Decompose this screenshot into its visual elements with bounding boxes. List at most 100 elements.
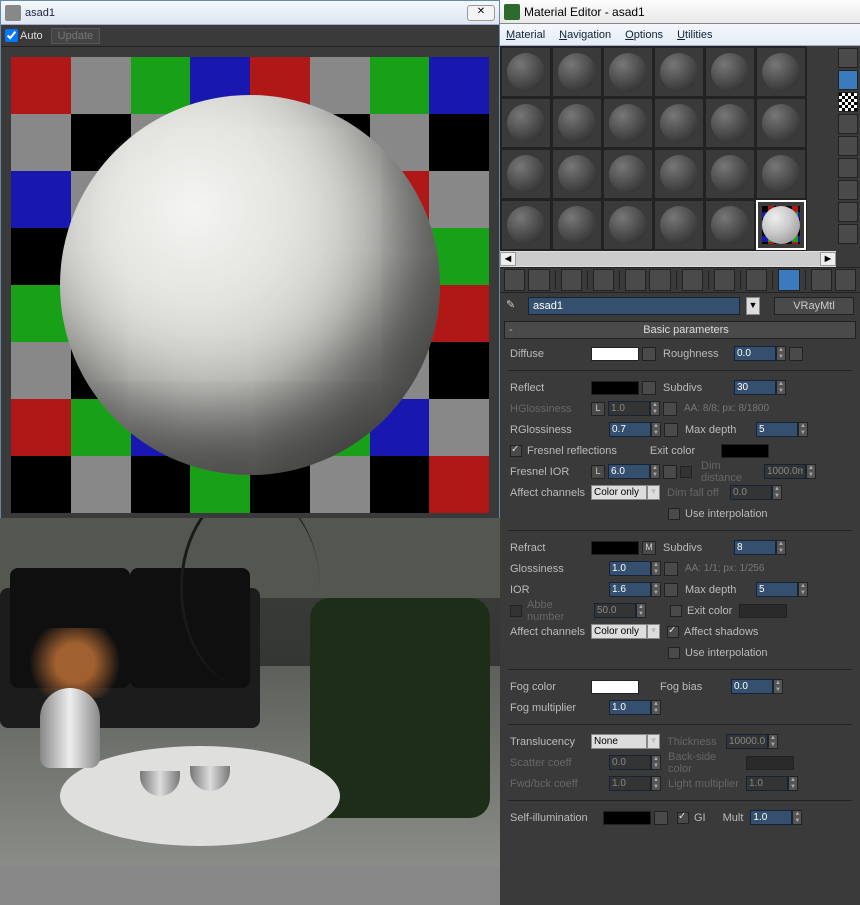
diffuse-swatch[interactable] [591,347,639,361]
exit-color-refr-swatch[interactable] [739,604,787,618]
menu-material[interactable]: Material [506,29,545,41]
sample-uv-icon[interactable] [838,114,858,134]
ior-input[interactable] [609,582,651,597]
make-unique-icon[interactable] [649,269,670,291]
get-material-icon[interactable] [504,269,525,291]
material-slot[interactable] [603,47,653,97]
material-slot[interactable] [756,149,806,199]
rollout-header[interactable]: - Basic parameters [504,321,856,339]
fog-mult-input[interactable] [609,700,651,715]
roughness-map-button[interactable] [789,347,803,361]
fog-bias-input[interactable] [731,679,773,694]
update-button[interactable]: Update [51,28,100,44]
scroll-track[interactable] [516,252,820,266]
material-slot[interactable] [654,98,704,148]
make-copy-icon[interactable] [625,269,646,291]
material-slot[interactable] [756,47,806,97]
reflect-maxdepth-input[interactable] [756,422,798,437]
put-library-icon[interactable] [682,269,703,291]
reset-map-icon[interactable] [593,269,614,291]
material-slot[interactable] [705,98,755,148]
fresnel-ior-map-button[interactable] [663,465,677,479]
material-slot[interactable] [501,200,551,250]
show-end-result-icon[interactable] [778,269,799,291]
gi-check[interactable] [677,812,689,824]
rgloss-map-button[interactable] [664,423,678,437]
material-slot[interactable] [756,98,806,148]
exit-color-swatch[interactable] [721,444,769,458]
material-slot[interactable] [654,200,704,250]
scroll-right[interactable]: ► [820,252,836,266]
menu-navigation[interactable]: Navigation [559,29,611,41]
diffuse-map-button[interactable] [642,347,656,361]
refract-swatch[interactable] [591,541,639,555]
material-slot[interactable] [552,47,602,97]
background-icon[interactable] [838,92,858,112]
fresnel-ior-lock[interactable]: L [591,465,605,479]
reflect-swatch[interactable] [591,381,639,395]
selfillum-map-button[interactable] [654,811,668,825]
scene-viewport[interactable] [0,518,500,866]
scroll-left[interactable]: ◄ [500,252,516,266]
make-preview-icon[interactable] [838,158,858,178]
material-slot[interactable] [603,149,653,199]
close-button[interactable]: ✕ [467,5,495,21]
eyedropper-icon[interactable]: ✎ [506,298,522,314]
material-slot[interactable] [501,149,551,199]
abbe-check[interactable] [510,605,522,617]
rgloss-input[interactable] [609,422,651,437]
material-name-dropdown[interactable]: ▼ [746,297,760,315]
reflect-map-button[interactable] [642,381,656,395]
affect-ch-reflect-select[interactable] [591,485,647,500]
material-slot[interactable] [705,149,755,199]
sample-type-icon[interactable] [838,48,858,68]
select-by-material-icon[interactable] [838,202,858,222]
refract-map-m[interactable]: M [642,541,656,555]
exit-color-refr-check[interactable] [670,605,682,617]
fresnel-refl-check[interactable] [510,445,522,457]
dropdown-icon[interactable]: ▼ [647,624,660,639]
put-to-scene-icon[interactable] [528,269,549,291]
backlight-icon[interactable] [838,70,858,90]
roughness-input[interactable] [734,346,776,361]
go-forward-icon[interactable] [835,269,856,291]
assign-selection-icon[interactable] [561,269,582,291]
use-interp-refr-check[interactable] [668,647,680,659]
material-slot[interactable] [552,149,602,199]
translucency-select[interactable] [591,734,647,749]
material-slot[interactable] [552,200,602,250]
glossiness-map-button[interactable] [664,562,678,576]
material-slot[interactable] [603,98,653,148]
material-map-icon[interactable] [838,224,858,244]
dropdown-icon[interactable]: ▼ [647,734,660,749]
material-type-button[interactable]: VRayMtl [774,297,854,315]
refract-subdivs-input[interactable] [734,540,776,555]
material-slot[interactable] [552,98,602,148]
material-slot[interactable] [705,200,755,250]
use-interp-refl-check[interactable] [668,508,680,520]
selfillum-swatch[interactable] [603,811,651,825]
dim-dist-check[interactable] [680,466,692,478]
material-slot-selected[interactable] [756,200,806,250]
affect-ch-refract-select[interactable] [591,624,647,639]
glossiness-input[interactable] [609,561,651,576]
material-slot[interactable] [501,98,551,148]
material-slot[interactable] [705,47,755,97]
si-mult-input[interactable] [750,810,792,825]
material-name-input[interactable] [528,297,740,315]
menu-utilities[interactable]: Utilities [677,29,712,41]
video-check-icon[interactable] [838,136,858,156]
reflect-subdivs-input[interactable] [734,380,776,395]
refract-maxdepth-input[interactable] [756,582,798,597]
go-parent-icon[interactable] [811,269,832,291]
options-icon[interactable] [838,180,858,200]
material-slot[interactable] [654,47,704,97]
menu-options[interactable]: Options [625,29,663,41]
material-slot[interactable] [654,149,704,199]
dropdown-icon[interactable]: ▼ [647,485,660,500]
material-id-icon[interactable] [714,269,735,291]
auto-checkbox[interactable]: Auto [5,29,43,42]
ior-map-button[interactable] [664,583,678,597]
hgloss-lock[interactable]: L [591,402,605,416]
fog-color-swatch[interactable] [591,680,639,694]
